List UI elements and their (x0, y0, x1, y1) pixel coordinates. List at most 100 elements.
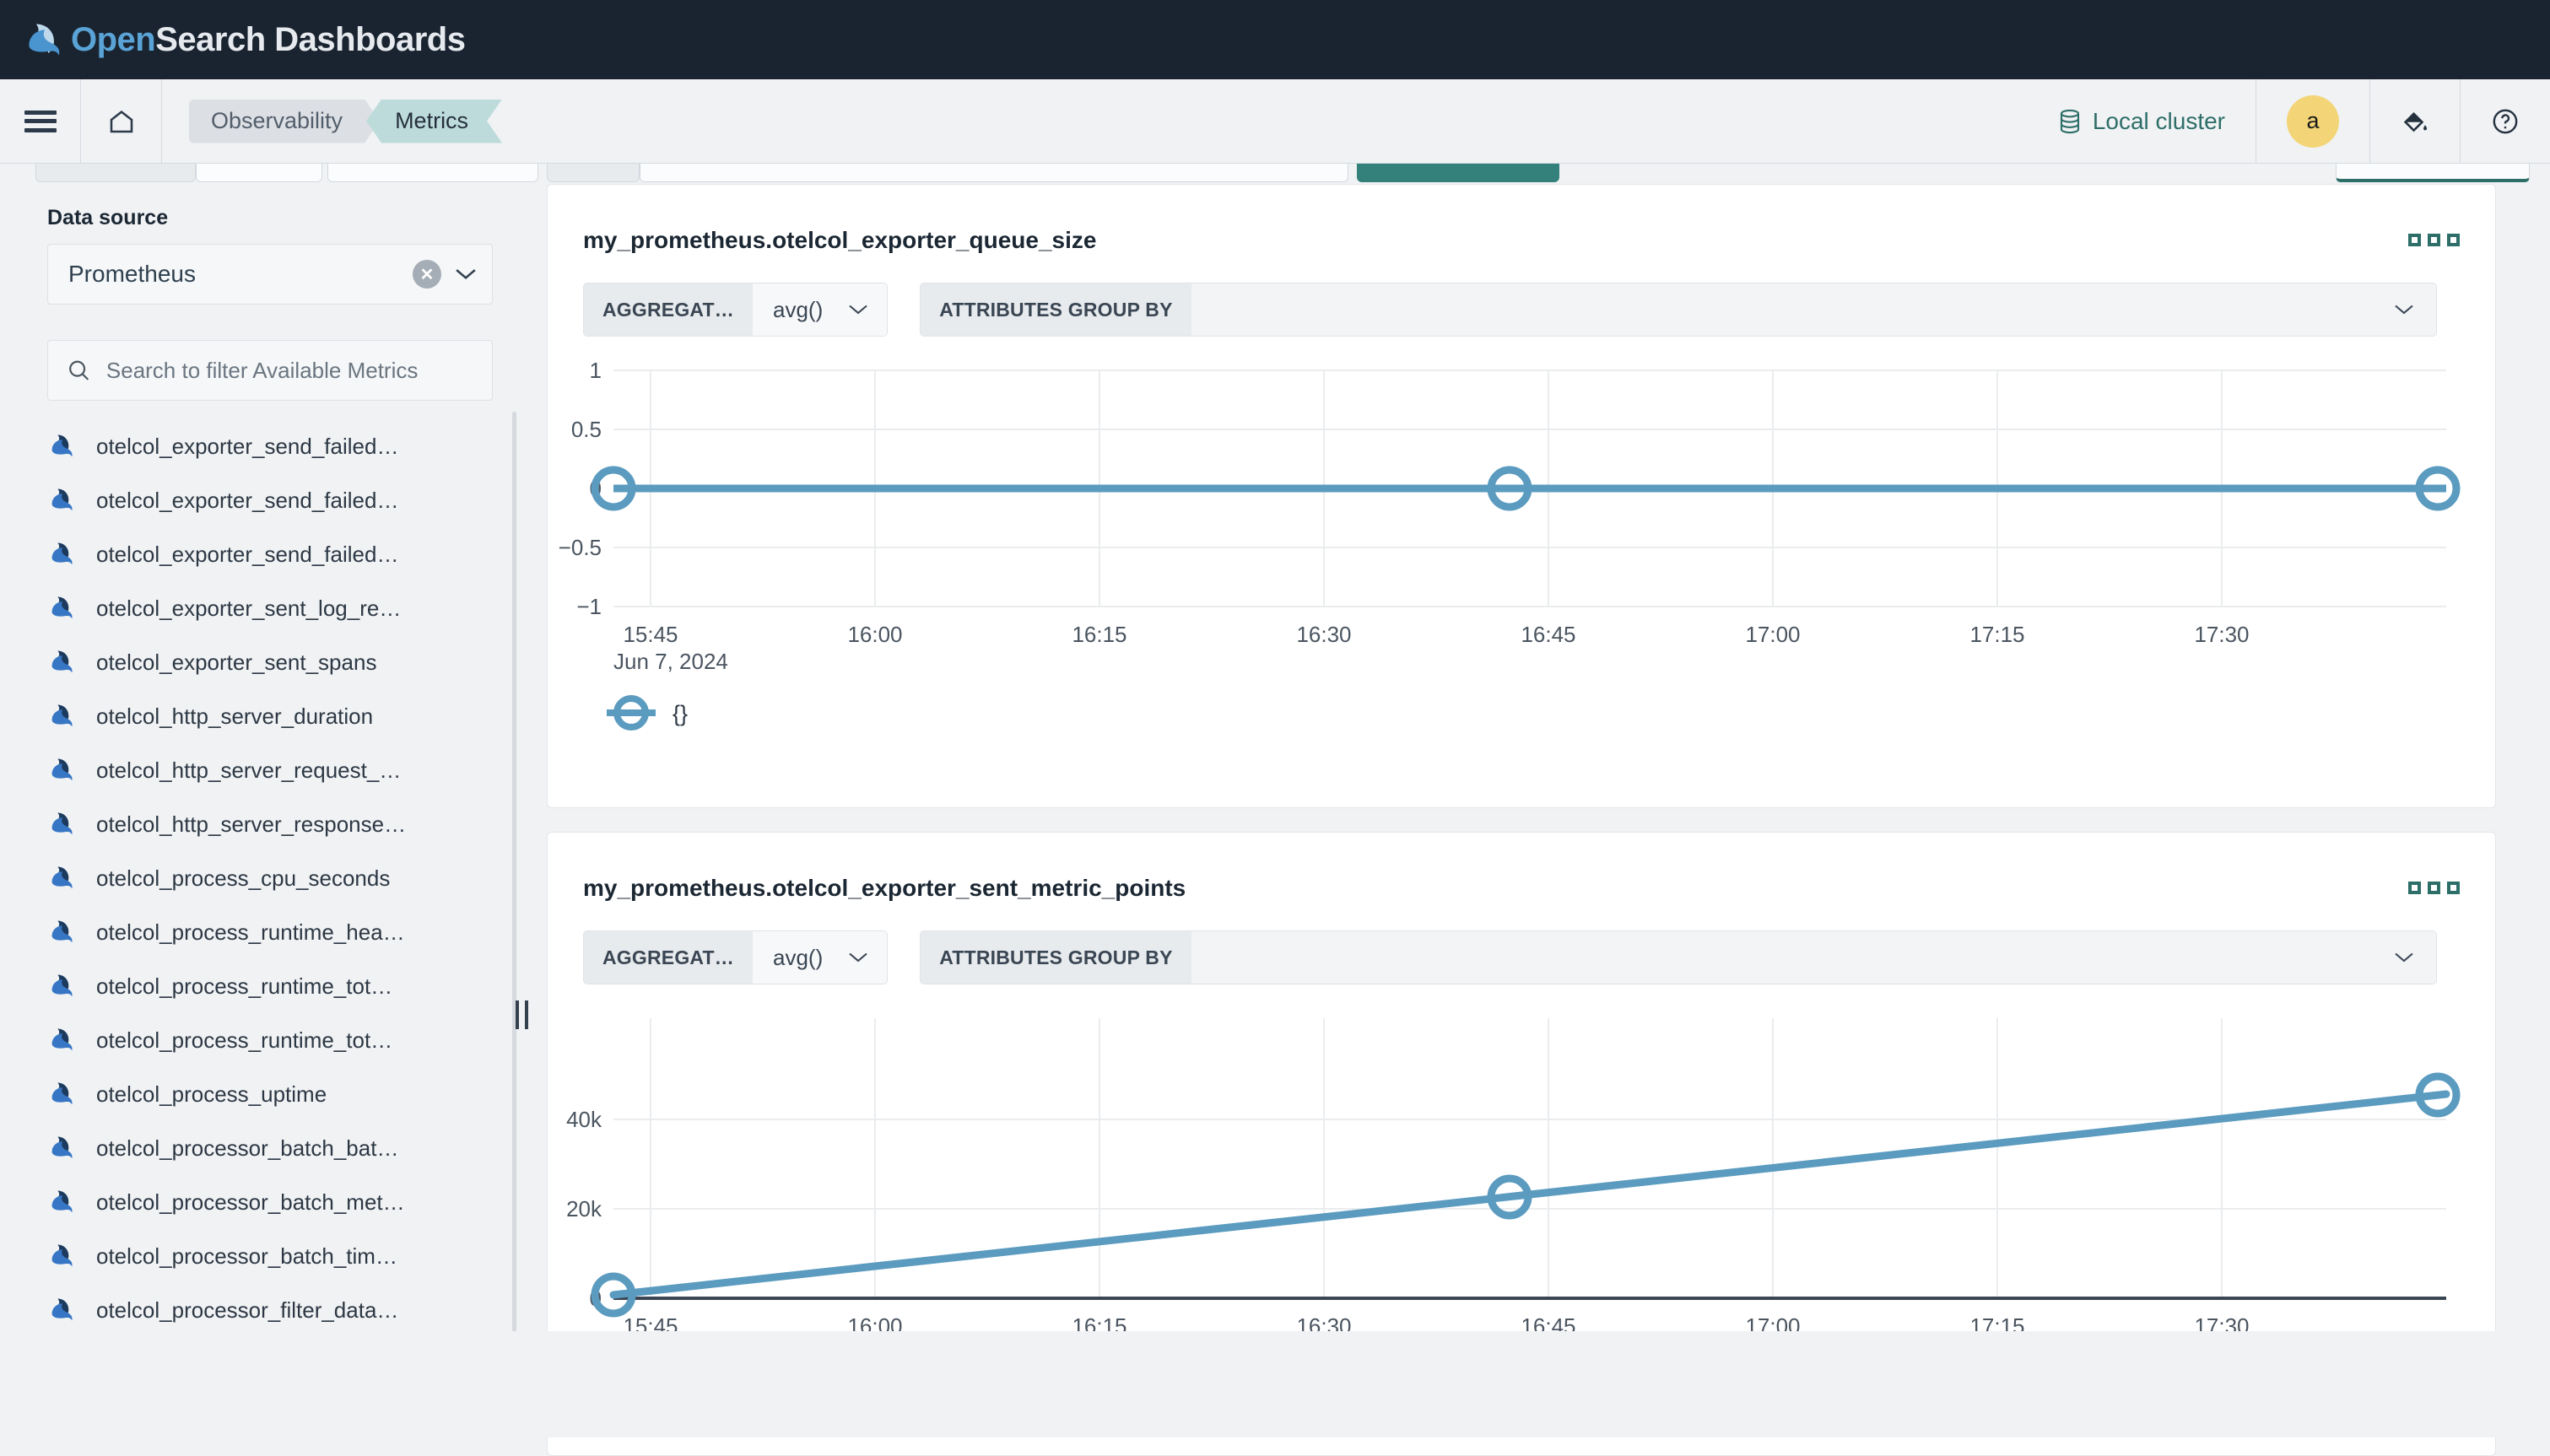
list-item[interactable]: otelcol_http_server_request_… (47, 743, 493, 797)
brand-title-rest: Search Dashboards (155, 20, 466, 58)
list-item-label: otelcol_http_server_response… (96, 811, 407, 837)
list-item[interactable]: otelcol_exporter_send_failed… (47, 419, 493, 473)
cluster-label: Local cluster (2092, 107, 2225, 134)
viewport-bottom-clip-left (0, 1331, 547, 1437)
svg-text:17:00: 17:00 (1745, 622, 1800, 647)
chart-grid (650, 1018, 2223, 1298)
opensearch-metric-icon (51, 866, 73, 889)
opensearch-metric-icon (51, 1136, 73, 1159)
list-item-label: otelcol_exporter_send_failed… (96, 433, 399, 459)
metrics-panels: my_prometheus.otelcol_exporter_queue_siz… (547, 184, 2550, 1456)
clipped-control-6[interactable] (2336, 164, 2530, 182)
top-nav-bar: Observability Metrics Local cluster a (0, 78, 2550, 164)
svg-text:16:00: 16:00 (847, 622, 902, 647)
list-item[interactable]: otelcol_exporter_send_failed… (47, 473, 493, 527)
breadcrumb-metrics-label: Metrics (395, 108, 469, 133)
clipped-control-4[interactable] (547, 164, 640, 182)
aggregation-value-wrap[interactable]: avg() (752, 283, 888, 336)
clipped-control-3[interactable] (327, 164, 538, 182)
list-item[interactable]: otelcol_processor_batch_met… (47, 1175, 493, 1229)
attributes-field[interactable] (1191, 931, 2437, 984)
theme-button[interactable] (2370, 78, 2461, 164)
sidebar-resize-handle[interactable] (510, 998, 533, 1032)
chart-plot-area[interactable]: 1 0.5 0 −0.5 −1 15:45 16:00 16:15 16:30 … (548, 362, 2495, 758)
svg-text:20k: 20k (566, 1196, 602, 1221)
panel-controls: AGGREGAT… avg() ATTRIBUTES GROUP BY (583, 930, 2438, 984)
list-item[interactable]: otelcol_process_runtime_tot… (47, 959, 493, 1013)
clipped-primary-button[interactable] (1357, 164, 1559, 182)
list-item[interactable]: otelcol_process_cpu_seconds (47, 851, 493, 905)
list-item[interactable]: otelcol_process_uptime (47, 1067, 493, 1121)
svg-text:16:45: 16:45 (1521, 622, 1575, 647)
list-item-label: otelcol_exporter_sent_spans (96, 649, 377, 675)
panel-actions-icon[interactable] (2408, 882, 2460, 894)
list-item[interactable]: otelcol_exporter_sent_spans (47, 635, 493, 689)
home-button[interactable] (81, 78, 162, 164)
svg-text:17:30: 17:30 (2194, 622, 2249, 647)
list-item-label: otelcol_process_cpu_seconds (96, 865, 391, 891)
list-item[interactable]: otelcol_http_server_response… (47, 797, 493, 851)
list-item-label: otelcol_http_server_request_… (96, 757, 402, 783)
opensearch-metric-icon (51, 1082, 73, 1105)
panel-actions-icon[interactable] (2408, 234, 2460, 246)
metrics-sidebar: Data source Prometheus ✕ otelcol_exporte… (0, 184, 523, 1437)
list-item-label: otelcol_process_uptime (96, 1081, 327, 1107)
svg-text:15:45: 15:45 (623, 622, 678, 647)
list-item-label: otelcol_processor_filter_data… (96, 1297, 399, 1323)
breadcrumb: Observability Metrics (189, 100, 502, 143)
menu-toggle-button[interactable] (0, 78, 81, 164)
queue-size-line-chart: 1 0.5 0 −0.5 −1 15:45 16:00 16:15 16:30 … (559, 362, 2461, 731)
breadcrumb-observability[interactable]: Observability (189, 100, 380, 143)
panel-controls: AGGREGAT… avg() ATTRIBUTES GROUP BY (583, 283, 2438, 337)
list-item[interactable]: otelcol_http_server_duration (47, 689, 493, 743)
metric-search-box[interactable] (47, 340, 493, 401)
opensearch-metric-icon (51, 758, 73, 781)
list-item[interactable]: otelcol_exporter_sent_log_re… (47, 581, 493, 635)
aggregation-select[interactable]: AGGREGAT… avg() (583, 283, 889, 337)
search-input[interactable] (105, 357, 473, 384)
chart-legend: {} (607, 695, 688, 731)
chevron-down-icon (2395, 305, 2413, 315)
avatar: a (2287, 94, 2339, 148)
sidebar-scrollbar[interactable] (512, 412, 516, 1407)
brand-title: OpenSearch Dashboards (71, 20, 466, 59)
svg-text:−1: −1 (576, 594, 602, 619)
opensearch-metric-icon (51, 1298, 73, 1321)
svg-text:1: 1 (590, 362, 602, 383)
aggregation-value-wrap[interactable]: avg() (752, 931, 888, 984)
search-icon (69, 360, 89, 380)
list-item[interactable]: otelcol_processor_filter_data… (47, 1283, 493, 1337)
help-button[interactable] (2461, 79, 2550, 164)
aggregation-select[interactable]: AGGREGAT… avg() (583, 930, 889, 984)
clipped-control-5[interactable] (640, 164, 1348, 182)
list-item[interactable]: otelcol_process_runtime_tot… (47, 1013, 493, 1067)
svg-text:−0.5: −0.5 (559, 535, 602, 560)
data-source-select[interactable]: Prometheus ✕ (47, 244, 493, 305)
clear-circle-icon[interactable]: ✕ (413, 260, 441, 289)
clipped-control-2[interactable] (196, 164, 322, 182)
list-item[interactable]: otelcol_process_runtime_hea… (47, 905, 493, 959)
viewport-bottom-clip (0, 1331, 2550, 1437)
aggregation-value: avg() (772, 296, 824, 322)
attributes-group-by-select[interactable]: ATTRIBUTES GROUP BY (920, 930, 2438, 984)
paint-bucket-icon (2403, 111, 2428, 132)
opensearch-metric-icon (51, 434, 73, 457)
hamburger-menu-icon (24, 110, 57, 132)
chart-markers (591, 1072, 2461, 1318)
list-item-label: otelcol_exporter_send_failed… (96, 541, 399, 567)
list-item[interactable]: otelcol_exporter_send_failed… (47, 527, 493, 581)
attributes-label: ATTRIBUTES GROUP BY (921, 283, 1191, 336)
clipped-control-1[interactable] (35, 164, 196, 182)
attributes-group-by-select[interactable]: ATTRIBUTES GROUP BY (920, 283, 2438, 337)
attributes-field[interactable] (1191, 283, 2437, 336)
breadcrumb-metrics[interactable]: Metrics (366, 100, 502, 143)
list-item[interactable]: otelcol_processor_batch_tim… (47, 1229, 493, 1283)
opensearch-metric-icon (51, 704, 73, 727)
list-item[interactable]: otelcol_processor_batch_bat… (47, 1121, 493, 1175)
list-item-label: otelcol_processor_batch_bat… (96, 1135, 399, 1161)
cluster-selector[interactable]: Local cluster (2029, 78, 2256, 164)
user-menu-button[interactable]: a (2256, 78, 2370, 164)
page-title: my_prometheus.otelcol_exporter_queue_siz… (583, 227, 1097, 253)
list-item-label: otelcol_exporter_sent_log_re… (96, 595, 402, 621)
opensearch-metric-icon (51, 596, 73, 619)
